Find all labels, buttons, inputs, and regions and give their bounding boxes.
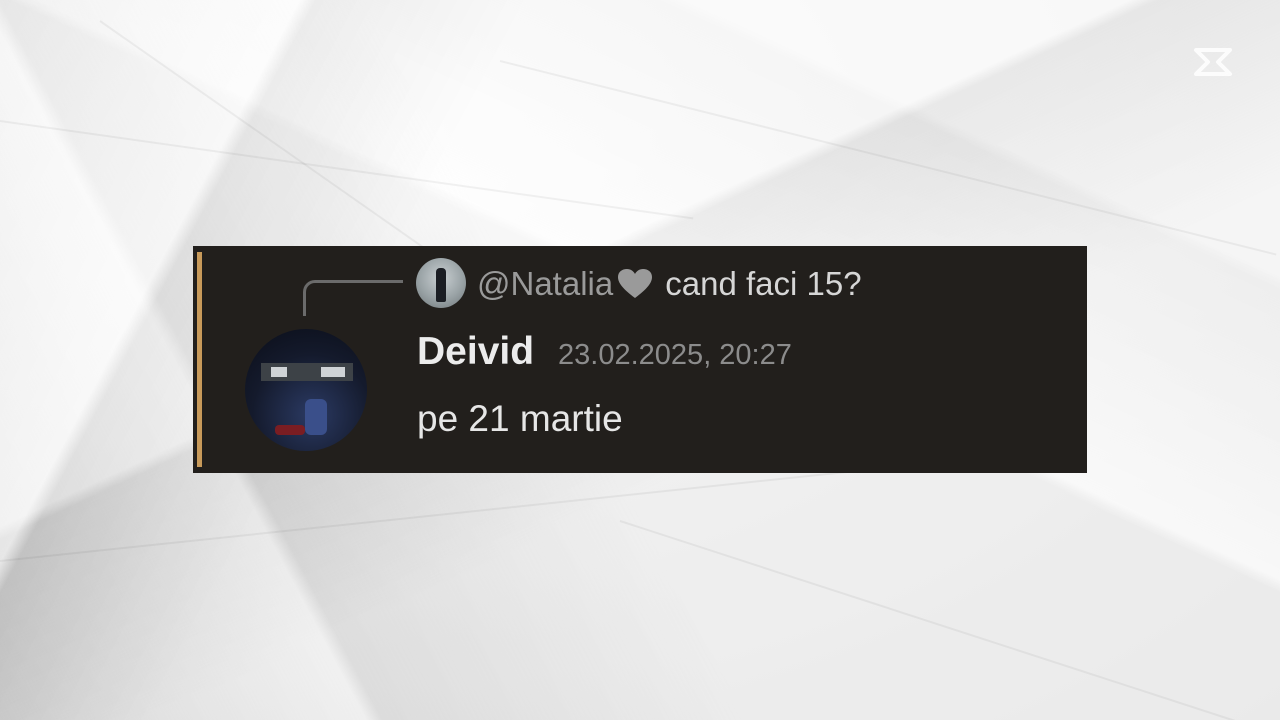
reply-preview[interactable]: @Natalia cand faci 15? [477,262,862,306]
message-content: pe 21 martie [417,398,623,439]
message-card: @Natalia cand faci 15? Deivid 23.02.2025… [193,246,1087,473]
reply-user-avatar[interactable] [416,258,466,308]
message-header: Deivid 23.02.2025, 20:27 [417,330,792,386]
crumpled-paper-background: { "watermark": { "icon": "capcut-logo-ic… [0,0,1280,720]
reply-author-name[interactable]: @Natalia [477,265,613,303]
reply-connector-line [303,280,403,316]
avatar-detail [275,425,305,435]
reply-message-text: cand faci 15? [665,265,862,302]
author-avatar[interactable] [245,329,367,451]
message-timestamp: 23.02.2025, 20:27 [558,339,792,371]
heart-icon [617,268,653,300]
paper-crease [619,520,1280,720]
highlight-accent-bar [197,252,202,467]
paper-crease [0,120,694,220]
avatar-detail [271,367,287,377]
paper-crease [499,60,1277,256]
avatar-figure [436,268,446,302]
capcut-logo-icon [1190,42,1236,82]
avatar-detail [321,367,345,377]
paper-crease [0,465,896,562]
avatar-detail [305,399,327,435]
author-name[interactable]: Deivid [417,330,534,374]
